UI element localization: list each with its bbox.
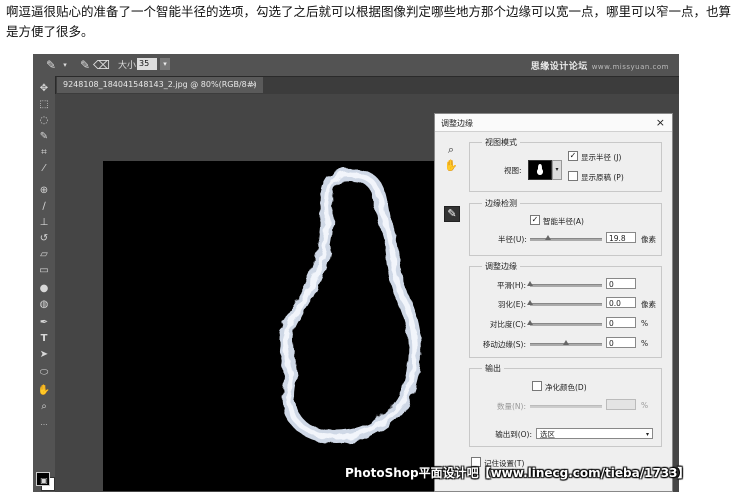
refine-edge-dialog: 调整边缘 × ⌕ ✋ ✎ 视图模式 视图: ▾ ✓ 显示半径 (J) 显示原稿 … xyxy=(434,113,673,492)
hand-tool-icon[interactable]: ✋ xyxy=(36,384,52,398)
chevron-down-icon: ▾ xyxy=(645,431,649,438)
history-brush-icon[interactable]: ↺ xyxy=(36,232,52,246)
brush-tool-icon[interactable]: ∕ xyxy=(36,200,52,214)
healing-brush-icon[interactable]: ⊕ xyxy=(36,184,52,198)
brush-size-label: 大小: xyxy=(118,61,140,71)
close-tab-icon[interactable]: × xyxy=(250,77,257,93)
view-preview-thumbnail[interactable] xyxy=(528,160,552,180)
output-heading: 输出 xyxy=(482,363,504,374)
radius-slider-thumb[interactable] xyxy=(545,235,551,240)
gradient-tool-icon[interactable]: ▭ xyxy=(36,264,52,278)
type-tool-icon[interactable]: T xyxy=(36,332,52,346)
shift-edge-unit: % xyxy=(641,339,649,348)
marquee-tool-icon[interactable]: ⬚ xyxy=(36,98,52,112)
quick-mask-icon[interactable]: ▣ xyxy=(36,474,52,488)
dodge-tool-icon[interactable]: ◍ xyxy=(36,298,52,312)
feather-slider[interactable] xyxy=(527,300,602,306)
dialog-title: 调整边缘 xyxy=(441,119,473,128)
view-label: 视图: xyxy=(504,166,522,175)
smooth-input[interactable]: 0 xyxy=(606,278,636,289)
contrast-slider[interactable] xyxy=(527,320,602,326)
radius-slider[interactable] xyxy=(530,235,602,241)
radius-label: 半径(U): xyxy=(498,235,527,244)
show-original-label: 显示原稿 (P) xyxy=(581,173,624,182)
smart-radius-checkbox[interactable]: ✓ xyxy=(530,215,540,225)
amount-slider xyxy=(530,405,602,408)
eyedropper-tool-icon[interactable]: ⁄ xyxy=(36,162,52,176)
new-selection-brush-icon[interactable]: ✎ xyxy=(77,57,93,73)
crop-tool-icon[interactable]: ⌗ xyxy=(36,146,52,160)
contrast-slider-thumb[interactable] xyxy=(527,320,533,325)
quick-selection-icon[interactable]: ✎ xyxy=(36,130,52,144)
smooth-slider-thumb[interactable] xyxy=(527,281,533,286)
feather-slider-thumb[interactable] xyxy=(527,300,533,305)
shift-edge-input[interactable]: 0 xyxy=(606,337,636,348)
contrast-input[interactable]: 0 xyxy=(606,317,636,328)
smooth-label: 平滑(H): xyxy=(496,281,526,290)
site-logo: 思缘设计论坛 www.missyuan.com xyxy=(530,62,669,72)
view-mode-group: 视图模式 视图: ▾ ✓ 显示半径 (J) 显示原稿 (P) xyxy=(469,137,662,192)
tools-panel: ✥ ⬚ ◌ ✎ ⌗ ⁄ ⊕ ∕ ⊥ ↺ ▱ ▭ ● ◍ ✒ T ➤ ⬭ ✋ ⌕ … xyxy=(33,76,56,492)
decontaminate-colors-label: 净化颜色(D) xyxy=(545,383,587,392)
adjust-edge-heading: 调整边缘 xyxy=(482,261,520,272)
feather-unit: 像素 xyxy=(641,300,656,309)
hand-tool-icon[interactable]: ✋ xyxy=(444,159,458,173)
decontaminate-colors-checkbox[interactable] xyxy=(532,381,542,391)
selection-edge-preview xyxy=(279,168,422,444)
image-canvas[interactable] xyxy=(103,161,463,491)
output-to-select[interactable]: 选区 ▾ xyxy=(536,428,653,439)
output-to-value: 选区 xyxy=(540,430,555,439)
pen-tool-icon[interactable]: ✒ xyxy=(36,316,52,330)
amount-unit: % xyxy=(641,401,649,410)
close-icon[interactable]: × xyxy=(656,116,665,129)
adjust-edge-group: 调整边缘 平滑(H): 0 羽化(E): 0.0 像素 对比度(C): 0 % … xyxy=(469,261,662,358)
amount-input xyxy=(606,399,636,410)
more-tools-icon[interactable]: … xyxy=(36,416,52,430)
path-selection-icon[interactable]: ➤ xyxy=(36,348,52,362)
radius-unit: 像素 xyxy=(641,235,656,244)
blur-tool-icon[interactable]: ● xyxy=(36,282,52,296)
brush-size-dropdown[interactable]: ▾ xyxy=(160,58,170,70)
edge-detection-group: 边缘检测 ✓ 智能半径(A) 半径(U): 19.8 像素 xyxy=(469,198,662,256)
view-dropdown-icon[interactable]: ▾ xyxy=(552,160,562,180)
smart-radius-label: 智能半径(A) xyxy=(543,217,584,226)
smooth-slider[interactable] xyxy=(527,281,602,287)
shift-edge-label: 移动边缘(S): xyxy=(482,340,526,349)
shift-edge-slider-thumb[interactable] xyxy=(563,340,569,345)
watermark: PhotoShop平面设计吧【www.linecg.com/tieba/1733… xyxy=(345,466,690,480)
amount-label: 数量(N): xyxy=(497,402,526,411)
zoom-tool-icon[interactable]: ⌕ xyxy=(444,143,458,157)
feather-input[interactable]: 0.0 xyxy=(606,297,636,308)
clone-stamp-icon[interactable]: ⊥ xyxy=(36,216,52,230)
show-radius-label: 显示半径 (J) xyxy=(581,153,622,162)
move-tool-icon[interactable]: ✥ xyxy=(36,82,52,96)
contrast-label: 对比度(C): xyxy=(489,320,526,329)
dialog-titlebar: 调整边缘 × xyxy=(435,114,672,132)
brush-size-field[interactable]: 35 xyxy=(137,58,157,70)
tool-preset-dropdown-icon[interactable]: ▾ xyxy=(57,57,73,73)
photoshop-window: ✎ ▾ ✎ ⌫ 大小: 35 ▾ 思缘设计论坛 www.missyuan.com … xyxy=(33,54,679,492)
shift-edge-slider[interactable] xyxy=(530,340,602,346)
options-bar: ✎ ▾ ✎ ⌫ 大小: 35 ▾ 思缘设计论坛 www.missyuan.com xyxy=(33,54,679,77)
contrast-unit: % xyxy=(641,319,649,328)
view-mode-heading: 视图模式 xyxy=(482,137,520,148)
output-group: 输出 净化颜色(D) 数量(N): % 输出到(O): 选区 ▾ xyxy=(469,363,662,447)
eraser-brush-icon[interactable]: ⌫ xyxy=(93,57,110,73)
shape-tool-icon[interactable]: ⬭ xyxy=(36,366,52,380)
feather-label: 羽化(E): xyxy=(497,300,526,309)
edge-detection-heading: 边缘检测 xyxy=(482,198,520,209)
radius-input[interactable]: 19.8 xyxy=(606,232,636,243)
output-to-label: 输出到(O): xyxy=(495,430,532,439)
refine-radius-tool-icon[interactable]: ✎ xyxy=(444,206,460,222)
show-original-checkbox[interactable] xyxy=(568,171,578,181)
show-radius-checkbox[interactable]: ✓ xyxy=(568,151,578,161)
lasso-tool-icon[interactable]: ◌ xyxy=(36,114,52,128)
eraser-tool-icon[interactable]: ▱ xyxy=(36,248,52,262)
article-caption: 啊逗逼很贴心的准备了一个智能半径的选项，勾选了之后就可以根据图像判定哪些地方那个… xyxy=(6,4,732,39)
zoom-tool-icon[interactable]: ⌕ xyxy=(36,400,52,414)
document-tab[interactable]: 9248108_184041548143_2.jpg @ 80%(RGB/8#)… xyxy=(57,77,263,105)
